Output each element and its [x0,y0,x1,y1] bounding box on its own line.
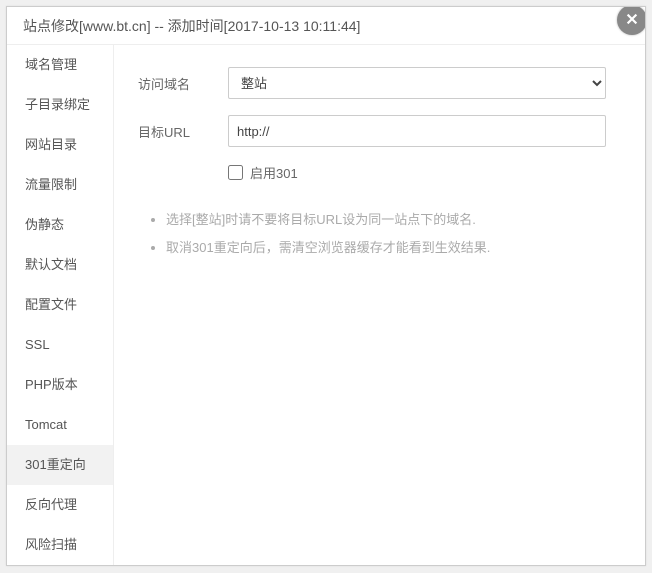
sidebar-item-8[interactable]: PHP版本 [7,365,113,405]
content-panel: 访问域名 整站 目标URL 启用301 选择[整站]时请不要将目标URL设为同一… [114,45,645,565]
sidebar-item-5[interactable]: 默认文档 [7,245,113,285]
sidebar-item-0[interactable]: 域名管理 [7,45,113,85]
sidebar-item-1[interactable]: 子目录绑定 [7,85,113,125]
label-target-url: 目标URL [138,122,228,141]
label-access-domain: 访问域名 [138,74,228,93]
row-target-url: 目标URL [138,115,621,147]
sidebar-item-10[interactable]: 301重定向 [7,445,113,485]
sidebar-item-7[interactable]: SSL [7,325,113,365]
sidebar-item-11[interactable]: 反向代理 [7,485,113,525]
modal-title: 站点修改[www.bt.cn] -- 添加时间[2017-10-13 10:11… [7,7,645,45]
checkbox-enable-301[interactable] [228,165,243,180]
sidebar-item-2[interactable]: 网站目录 [7,125,113,165]
sidebar-item-3[interactable]: 流量限制 [7,165,113,205]
modal-body: 域名管理子目录绑定网站目录流量限制伪静态默认文档配置文件SSLPHP版本Tomc… [7,45,645,565]
site-edit-modal: 站点修改[www.bt.cn] -- 添加时间[2017-10-13 10:11… [6,6,646,566]
label-enable-301: 启用301 [250,163,298,182]
sidebar-item-12[interactable]: 风险扫描 [7,525,113,565]
row-enable-301: 启用301 [228,163,621,182]
close-icon [625,12,639,29]
sidebar: 域名管理子目录绑定网站目录流量限制伪静态默认文档配置文件SSLPHP版本Tomc… [7,45,114,565]
close-button[interactable] [617,6,646,35]
tip-item-0: 选择[整站]时请不要将目标URL设为同一站点下的域名. [166,210,621,230]
sidebar-item-9[interactable]: Tomcat [7,405,113,445]
tips-list: 选择[整站]时请不要将目标URL设为同一站点下的域名. 取消301重定向后，需清空… [148,210,621,257]
sidebar-item-6[interactable]: 配置文件 [7,285,113,325]
row-access-domain: 访问域名 整站 [138,67,621,99]
input-target-url[interactable] [228,115,606,147]
tip-item-1: 取消301重定向后，需清空浏览器缓存才能看到生效结果. [166,238,621,258]
sidebar-item-4[interactable]: 伪静态 [7,205,113,245]
select-access-domain[interactable]: 整站 [228,67,606,99]
